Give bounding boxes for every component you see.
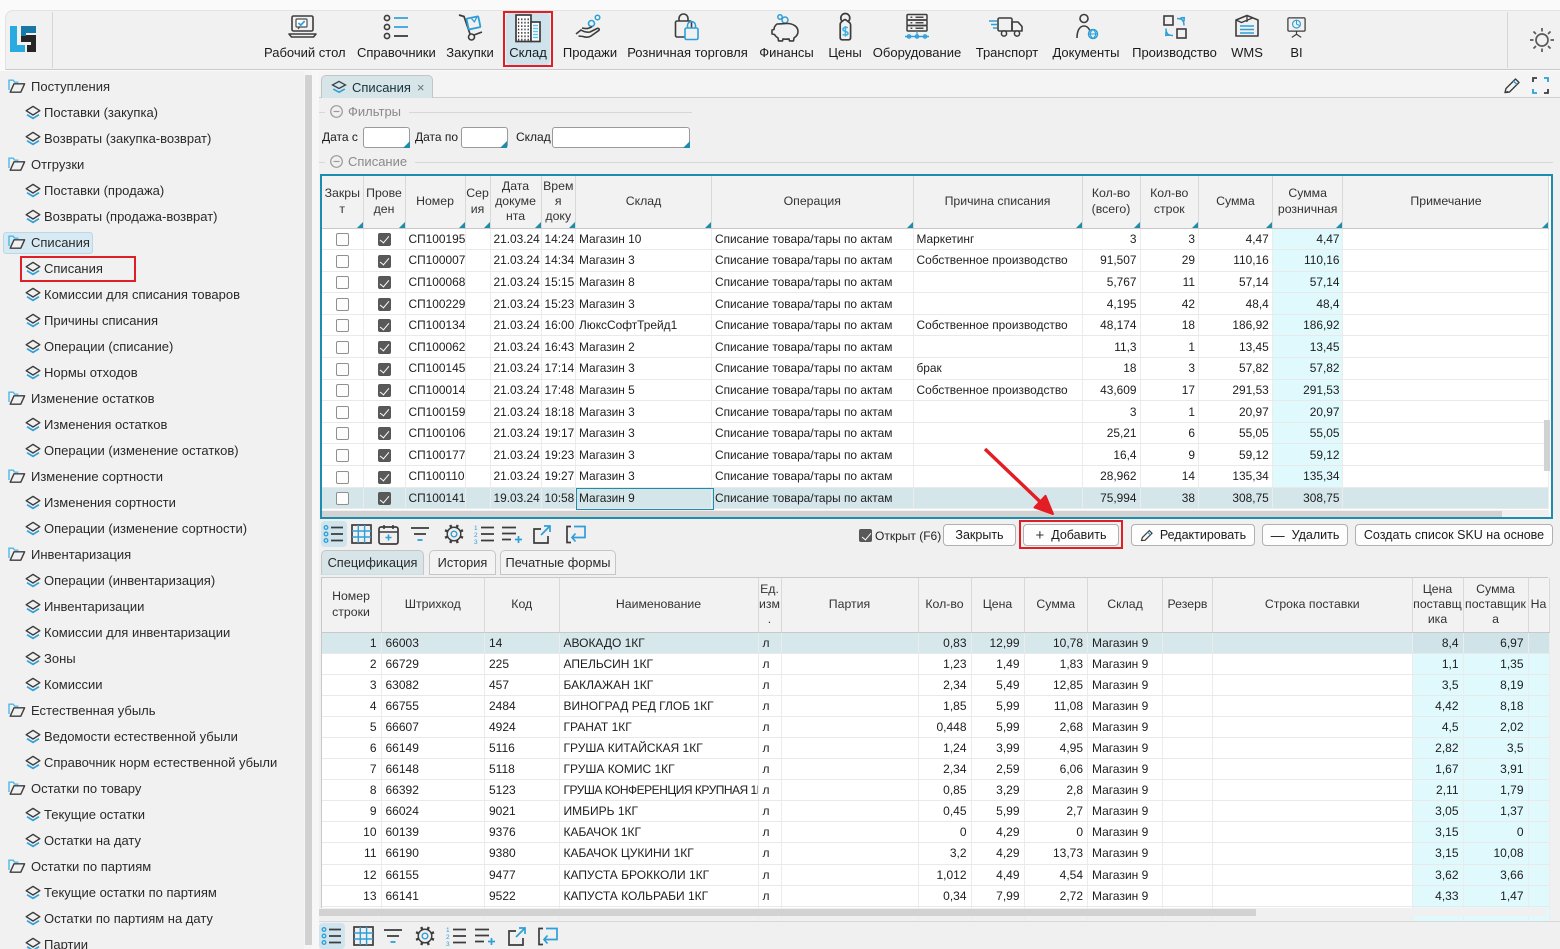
svg-text:3: 3 — [474, 539, 478, 544]
svg-text:2: 2 — [474, 532, 478, 539]
svg-text:3: 3 — [446, 941, 450, 946]
svg-text:2: 2 — [446, 934, 450, 941]
svg-text:1: 1 — [474, 525, 478, 532]
svg-text:1: 1 — [446, 927, 450, 934]
